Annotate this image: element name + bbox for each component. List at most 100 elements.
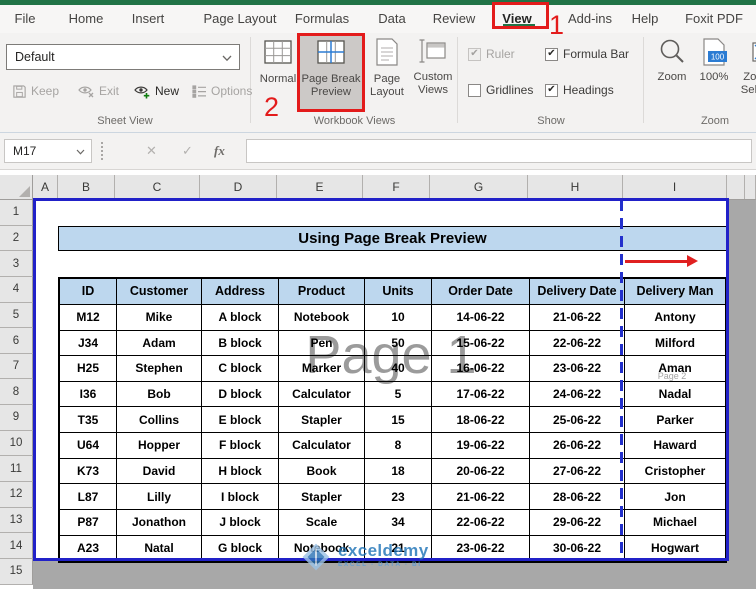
column-header[interactable] xyxy=(727,175,745,199)
table-cell[interactable]: 50 xyxy=(365,330,432,357)
table-header-cell[interactable]: Customer xyxy=(117,278,202,305)
table-cell[interactable]: 24-06-22 xyxy=(530,381,625,408)
table-cell[interactable]: I block xyxy=(202,484,279,510)
table-cell[interactable]: 25-06-22 xyxy=(530,407,625,434)
table-cell[interactable]: Natal xyxy=(117,535,202,562)
table-cell[interactable]: 10 xyxy=(365,304,432,331)
table-cell[interactable]: Bob xyxy=(117,381,202,408)
new-sheet-view-button[interactable]: New xyxy=(134,80,179,102)
ruler-checkbox[interactable]: Ruler xyxy=(468,47,515,61)
row-header-1[interactable]: 1 xyxy=(0,200,33,226)
table-cell[interactable]: 29-06-22 xyxy=(530,509,625,536)
sheet-title-cell[interactable]: Using Page Break Preview xyxy=(58,225,727,252)
table-cell[interactable]: U64 xyxy=(60,433,117,459)
table-cell[interactable]: Stapler xyxy=(279,484,365,510)
tab-insert[interactable]: Insert xyxy=(132,5,165,33)
tab-review[interactable]: Review xyxy=(433,5,476,33)
tab-formulas[interactable]: Formulas xyxy=(295,5,349,33)
table-header-cell[interactable]: Order Date xyxy=(432,278,530,305)
table-cell[interactable]: Antony xyxy=(625,305,725,331)
headings-checkbox[interactable]: Headings xyxy=(545,83,614,97)
table-cell[interactable]: 18 xyxy=(365,458,432,485)
tab-data[interactable]: Data xyxy=(378,5,405,33)
tab-home[interactable]: Home xyxy=(69,5,104,33)
column-header-A[interactable]: A xyxy=(33,175,58,199)
keep-button[interactable]: Keep xyxy=(12,80,59,102)
table-cell[interactable]: Hopper xyxy=(117,433,202,459)
table-cell[interactable]: Stapler xyxy=(279,407,365,434)
table-cell[interactable]: Pen xyxy=(279,330,365,357)
page-layout-view-button[interactable]: Page Layout xyxy=(366,37,408,99)
table-cell[interactable]: Mike xyxy=(117,304,202,331)
row-header-6[interactable]: 6 xyxy=(0,328,33,354)
row-header-15[interactable]: 15 xyxy=(0,558,33,585)
table-cell[interactable]: H25 xyxy=(60,356,117,382)
table-cell[interactable]: 30-06-22 xyxy=(530,535,625,562)
enter-icon[interactable]: ✓ xyxy=(182,143,193,159)
table-cell[interactable]: M12 xyxy=(60,304,117,331)
tab-help[interactable]: Help xyxy=(632,5,659,33)
table-cell[interactable]: 27-06-22 xyxy=(530,458,625,485)
table-cell[interactable]: Michael xyxy=(625,510,725,536)
table-cell[interactable]: 23-06-22 xyxy=(432,535,530,562)
column-header-C[interactable]: C xyxy=(115,175,200,199)
row-header-3[interactable]: 3 xyxy=(0,251,33,277)
row-header-13[interactable]: 13 xyxy=(0,507,33,534)
select-all-corner[interactable] xyxy=(0,175,33,200)
zoom-to-selection-button[interactable]: Zoom toSelection xyxy=(738,37,756,97)
tab-page-layout[interactable]: Page Layout xyxy=(203,5,276,33)
table-cell[interactable]: J34 xyxy=(60,330,117,357)
page-break-dashed-line[interactable] xyxy=(620,200,623,559)
formula-bar-checkbox[interactable]: Formula Bar xyxy=(545,47,629,61)
table-cell[interactable]: 23-06-22 xyxy=(530,356,625,382)
column-header[interactable] xyxy=(745,175,756,199)
table-cell[interactable]: F block xyxy=(202,433,279,459)
table-cell[interactable]: Hogwart xyxy=(625,536,725,562)
table-cell[interactable]: 15-06-22 xyxy=(432,330,530,357)
table-cell[interactable]: 21-06-22 xyxy=(530,304,625,331)
table-cell[interactable]: 23 xyxy=(365,484,432,510)
table-cell[interactable]: Nadal xyxy=(625,382,725,408)
column-header-G[interactable]: G xyxy=(430,175,528,199)
table-cell[interactable]: J block xyxy=(202,509,279,536)
row-header-14[interactable]: 14 xyxy=(0,533,33,559)
column-header-D[interactable]: D xyxy=(200,175,277,199)
table-cell[interactable]: Scale xyxy=(279,509,365,536)
table-cell[interactable]: G block xyxy=(202,535,279,562)
table-header-cell[interactable]: Units xyxy=(365,278,432,305)
table-cell[interactable]: 40 xyxy=(365,356,432,382)
tab-add-ins[interactable]: Add-ins xyxy=(568,5,612,33)
table-cell[interactable]: 16-06-22 xyxy=(432,356,530,382)
table-cell[interactable]: 8 xyxy=(365,433,432,459)
table-cell[interactable]: 14-06-22 xyxy=(432,304,530,331)
table-cell[interactable]: Notebook xyxy=(279,304,365,331)
table-cell[interactable]: 17-06-22 xyxy=(432,381,530,408)
name-box[interactable]: M17 xyxy=(4,139,92,163)
insert-function-icon[interactable]: fx xyxy=(214,143,225,159)
column-header-E[interactable]: E xyxy=(277,175,363,199)
table-cell[interactable]: E block xyxy=(202,407,279,434)
table-cell[interactable]: Jon xyxy=(625,484,725,510)
table-cell[interactable]: Aman xyxy=(625,356,725,382)
row-header-12[interactable]: 12 xyxy=(0,482,33,508)
column-header-F[interactable]: F xyxy=(363,175,430,199)
table-header-cell[interactable]: Address xyxy=(202,278,279,305)
table-header-cell[interactable]: Product xyxy=(279,278,365,305)
table-cell[interactable]: 22-06-22 xyxy=(530,330,625,357)
table-cell[interactable]: 21-06-22 xyxy=(432,484,530,510)
table-cell[interactable]: B block xyxy=(202,330,279,357)
gridlines-checkbox[interactable]: Gridlines xyxy=(468,83,533,97)
column-header-H[interactable]: H xyxy=(528,175,623,199)
table-cell[interactable]: 28-06-22 xyxy=(530,484,625,510)
row-header-7[interactable]: 7 xyxy=(0,353,33,380)
table-cell[interactable]: L87 xyxy=(60,484,117,510)
table-cell[interactable]: 22-06-22 xyxy=(432,509,530,536)
table-cell[interactable]: Parker xyxy=(625,407,725,434)
table-cell[interactable]: Collins xyxy=(117,407,202,434)
table-cell[interactable]: 26-06-22 xyxy=(530,433,625,459)
table-cell[interactable]: Milford xyxy=(625,331,725,357)
table-cell[interactable]: A block xyxy=(202,304,279,331)
exit-button[interactable]: Exit xyxy=(78,80,119,102)
table-cell[interactable]: D block xyxy=(202,381,279,408)
table-cell[interactable]: 34 xyxy=(365,509,432,536)
